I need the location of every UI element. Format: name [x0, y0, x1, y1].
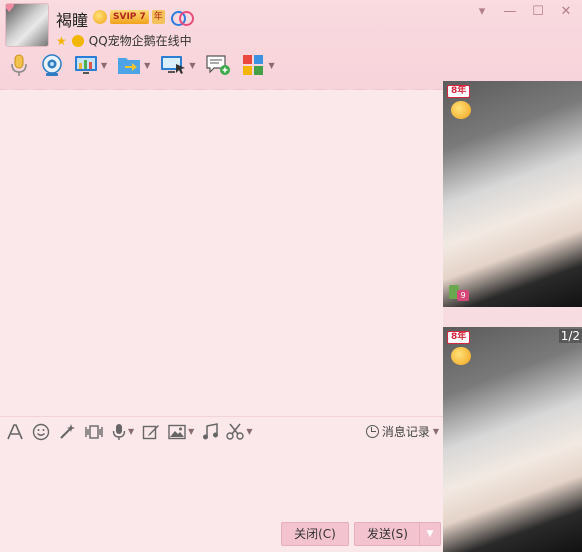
- image-icon: [168, 424, 186, 439]
- font-button[interactable]: [6, 422, 24, 442]
- chevron-down-icon: ▼: [426, 529, 434, 539]
- year-badge[interactable]: 8年: [447, 331, 471, 344]
- vip-badges: SVIP 7 年: [93, 9, 194, 26]
- shake-window-icon: [85, 424, 103, 439]
- screen-share-icon: [161, 56, 186, 74]
- chevron-down-icon[interactable]: ▼: [101, 61, 107, 70]
- chevron-down-icon[interactable]: ▼: [268, 61, 274, 70]
- video-call-button[interactable]: [38, 52, 66, 78]
- image-button[interactable]: ▼: [168, 422, 194, 442]
- contact-show-photo[interactable]: 8年 9: [443, 81, 582, 307]
- close-icon[interactable]: ✕: [558, 4, 574, 19]
- qq-show-panel: 8年 9 8年 1/2: [443, 81, 582, 552]
- emoji-button[interactable]: [32, 422, 50, 442]
- chevron-down-icon[interactable]: ▼: [189, 61, 195, 70]
- music-note-icon: [203, 422, 219, 439]
- contact-name: 褐瞳: [56, 11, 89, 30]
- svip-badge[interactable]: SVIP 7: [110, 10, 149, 24]
- crown-icon[interactable]: [93, 10, 107, 24]
- chevron-down-icon[interactable]: ▼: [188, 427, 194, 436]
- chevron-down-icon[interactable]: ▼: [433, 427, 439, 436]
- video-call-icon: [42, 54, 62, 76]
- create-discussion-icon: [206, 55, 231, 75]
- font-icon: [7, 423, 23, 439]
- dropdown-icon[interactable]: ▾: [474, 4, 490, 19]
- edit-toolbar: ▼ ▼ ▼ 消息记录 ▼: [0, 416, 443, 446]
- close-button[interactable]: 关闭(C): [281, 522, 349, 546]
- apps-icon: [243, 55, 264, 75]
- magic-expression-button[interactable]: [58, 422, 76, 442]
- doodle-button[interactable]: [142, 422, 160, 442]
- title-bar: ♥ 褐瞳 SVIP 7 年 ★ QQ宠物企鹅在线中 ▾ — ☐ ✕: [0, 0, 582, 90]
- chevron-down-icon[interactable]: ▼: [144, 61, 150, 70]
- emoji-icon: [32, 423, 50, 440]
- level-number-badge: 9: [457, 290, 469, 301]
- create-discussion-button[interactable]: [203, 52, 233, 78]
- message-history-label: 消息记录: [381, 425, 430, 439]
- message-area[interactable]: [0, 90, 443, 416]
- message-history-button[interactable]: 消息记录 ▼: [365, 423, 439, 440]
- status-text[interactable]: QQ宠物企鹅在线中: [89, 32, 192, 49]
- year-badge[interactable]: 8年: [447, 85, 471, 98]
- apps-button[interactable]: ▼: [239, 52, 276, 78]
- voice-message-button[interactable]: ▼: [112, 422, 134, 442]
- window-controls: ▾ — ☐ ✕: [474, 4, 574, 19]
- my-show-photo[interactable]: 8年: [443, 327, 582, 552]
- chevron-down-icon[interactable]: ▼: [128, 427, 134, 436]
- avatar[interactable]: ♥: [5, 3, 49, 47]
- maximize-icon[interactable]: ☐: [530, 4, 546, 19]
- scissors-icon: [226, 423, 245, 440]
- clock-icon: [365, 425, 379, 438]
- year-badge[interactable]: 年: [151, 10, 165, 24]
- chat-toolbar: ▼ ▼ ▼ ▼: [6, 51, 277, 79]
- remote-desktop-button[interactable]: ▼: [72, 52, 109, 78]
- status-line: ★ QQ宠物企鹅在线中: [56, 32, 192, 49]
- remote-desktop-icon: [75, 56, 97, 74]
- page-indicator: 1/2: [558, 329, 582, 343]
- crown-icon[interactable]: [451, 101, 471, 119]
- microphone-icon: [112, 423, 126, 440]
- music-button[interactable]: [202, 422, 219, 442]
- chevron-down-icon[interactable]: ▼: [246, 427, 252, 436]
- send-options-button[interactable]: ▼: [419, 522, 441, 546]
- crown-icon[interactable]: [451, 347, 471, 365]
- edit-icon: [142, 424, 160, 439]
- heart-decoration-icon: ♥: [6, 4, 19, 15]
- send-file-icon: [118, 58, 141, 74]
- screen-share-button[interactable]: ▼: [158, 52, 197, 78]
- voice-call-icon: [11, 54, 27, 76]
- minimize-icon[interactable]: —: [502, 4, 518, 19]
- magic-wand-icon: [60, 423, 75, 439]
- send-file-button[interactable]: ▼: [115, 52, 152, 78]
- qq-link-icon[interactable]: [170, 11, 194, 26]
- voice-call-button[interactable]: [6, 52, 32, 78]
- screenshot-button[interactable]: ▼: [226, 422, 252, 442]
- shake-window-button[interactable]: [84, 422, 104, 442]
- penguin-pet-icon: [71, 34, 84, 47]
- star-icon[interactable]: ★: [56, 34, 67, 48]
- send-button[interactable]: 发送(S): [354, 522, 420, 546]
